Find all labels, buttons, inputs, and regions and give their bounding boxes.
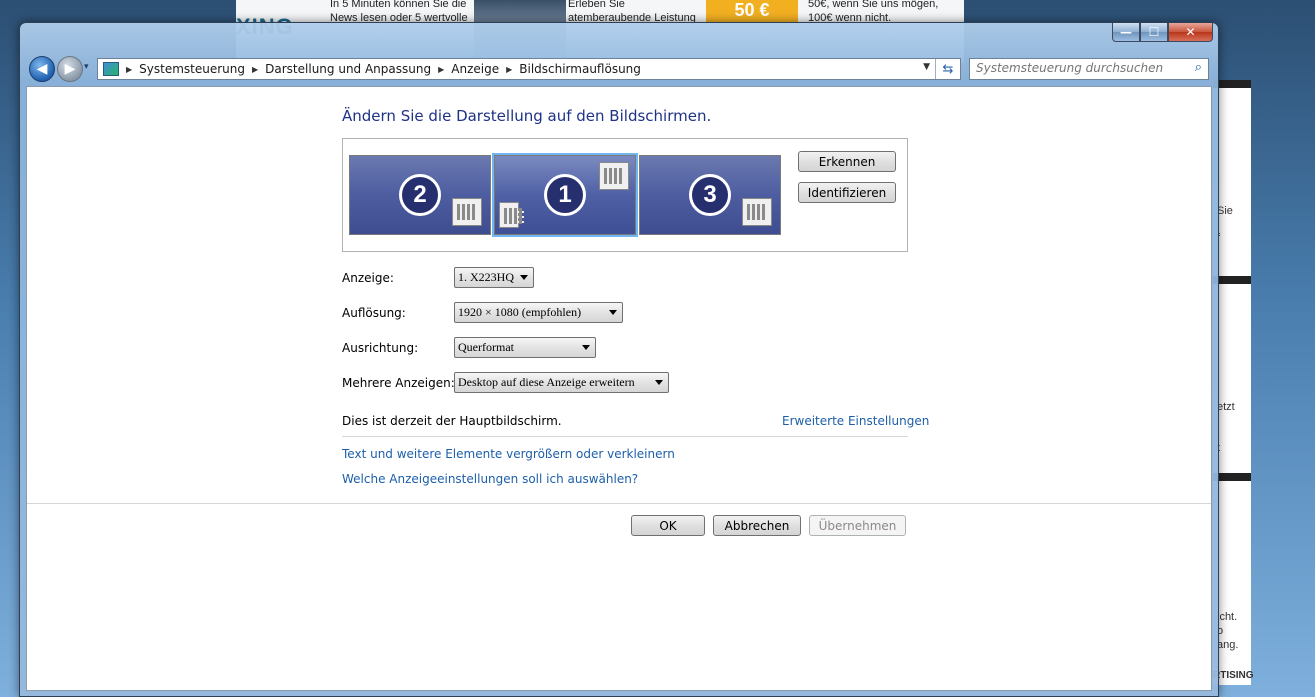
breadcrumb-separator-icon[interactable]: ▶ [506,65,512,74]
back-arrow-icon: ◀ [36,61,48,77]
resolution-select[interactable]: 1920 × 1080 (empfohlen) [454,302,623,323]
search-box[interactable]: ⌕ [969,58,1209,80]
content-pane: Ändern Sie die Darstellung auf den Bilds… [26,86,1212,691]
search-icon[interactable]: ⌕ [1195,60,1202,75]
breadcrumb-systemsteuerung[interactable]: Systemsteuerung [139,62,245,76]
chevron-down-icon [609,310,617,315]
resolution-label: Auflösung: [342,306,406,320]
multiple-displays-label: Mehrere Anzeigen: [342,376,455,390]
bg-text: etzt [1217,401,1235,413]
breadcrumb-anzeige[interactable]: Anzeige [451,62,499,76]
orientation-select[interactable]: Querformat [454,337,596,358]
recent-pages-dropdown[interactable]: ▾ [84,62,92,72]
caption-buttons: — ☐ ✕ [1112,23,1213,42]
monitor-2[interactable]: 2 [349,155,491,235]
display-label: Anzeige: [342,271,394,285]
breadcrumb-separator-icon[interactable]: ▶ [438,65,444,74]
monitor-arrangement[interactable]: 2 1 3 Erkennen Identifizieren [342,138,908,252]
monitor-number: 1 [544,174,586,216]
navigation-bar: ◀ ▶ ▾ ▶ Systemsteuerung ▶ Darstellung un… [20,53,1218,85]
page-title: Ändern Sie die Darstellung auf den Bilds… [342,107,712,125]
monitor-number: 3 [689,174,731,216]
advanced-settings-link[interactable]: Erweiterte Einstellungen [782,414,929,428]
text-size-link[interactable]: Text und weitere Elemente vergrößern ode… [342,447,675,461]
maximize-icon: ☐ [1148,25,1160,39]
multiple-displays-select[interactable]: Desktop auf diese Anzeige erweitern [454,372,669,393]
breadcrumb-bildschirmaufloesung[interactable]: Bildschirmauflösung [519,62,641,76]
monitor-1[interactable]: 1 [492,153,638,237]
bg-text: ang. [1217,639,1239,651]
forward-arrow-icon: ▶ [64,61,76,77]
display-select-value: 1. X223HQ [458,270,514,284]
desktop-grid-icon [742,198,772,226]
chevron-down-icon [520,275,528,280]
chevron-down-icon [655,380,663,385]
display-select[interactable]: 1. X223HQ [454,267,534,288]
address-dropdown-icon[interactable]: ▼ [923,62,930,72]
orientation-label: Ausrichtung: [342,341,419,355]
help-link[interactable]: Welche Anzeigeeinstellungen soll ich aus… [342,472,638,486]
search-input[interactable] [970,59,1176,77]
minimize-button[interactable]: — [1112,23,1140,42]
orientation-select-value: Querformat [458,340,514,354]
refresh-icon[interactable]: ⇆ [935,59,960,79]
back-button[interactable]: ◀ [29,56,55,82]
maximize-button[interactable]: ☐ [1140,23,1168,42]
resolution-select-value: 1920 × 1080 (empfohlen) [458,305,582,319]
primary-display-info: Dies ist derzeit der Hauptbildschirm. [342,414,562,428]
minimize-icon: — [1120,25,1132,39]
monitor-3[interactable]: 3 [639,155,781,235]
breadcrumb-separator-icon[interactable]: ▶ [252,65,258,74]
multiple-displays-select-value: Desktop auf diese Anzeige erweitern [458,375,635,389]
breadcrumb-separator-icon[interactable]: ▶ [126,65,132,74]
divider [342,436,908,437]
desktop-grid-icon [452,198,482,226]
ad-promo-badge: 50 € [706,0,798,22]
apply-button[interactable]: Übernehmen [809,515,906,536]
bg-text: icht. [1217,611,1238,623]
divider [27,503,1211,504]
bg-text: Sie [1217,205,1233,217]
ok-button[interactable]: OK [631,515,705,536]
identify-button[interactable]: Identifizieren [798,182,896,203]
address-bar[interactable]: ▶ Systemsteuerung ▶ Darstellung und Anpa… [97,58,961,80]
monitor-number: 2 [399,174,441,216]
close-icon: ✕ [1185,25,1196,39]
close-button[interactable]: ✕ [1168,23,1213,42]
screen-resolution-window: — ☐ ✕ ◀ ▶ ▾ ▶ Systemsteuerung ▶ Darstell… [19,22,1219,697]
cancel-button[interactable]: Abbrechen [713,515,801,536]
detect-button[interactable]: Erkennen [798,151,896,172]
breadcrumb-darstellung[interactable]: Darstellung und Anpassung [265,62,431,76]
bg-text: RTISING [1213,670,1254,681]
chevron-down-icon [582,345,590,350]
forward-button[interactable]: ▶ [57,56,83,82]
taskbar-window-icon [499,202,524,228]
control-panel-icon [103,62,119,76]
desktop-window-icon [599,162,629,190]
